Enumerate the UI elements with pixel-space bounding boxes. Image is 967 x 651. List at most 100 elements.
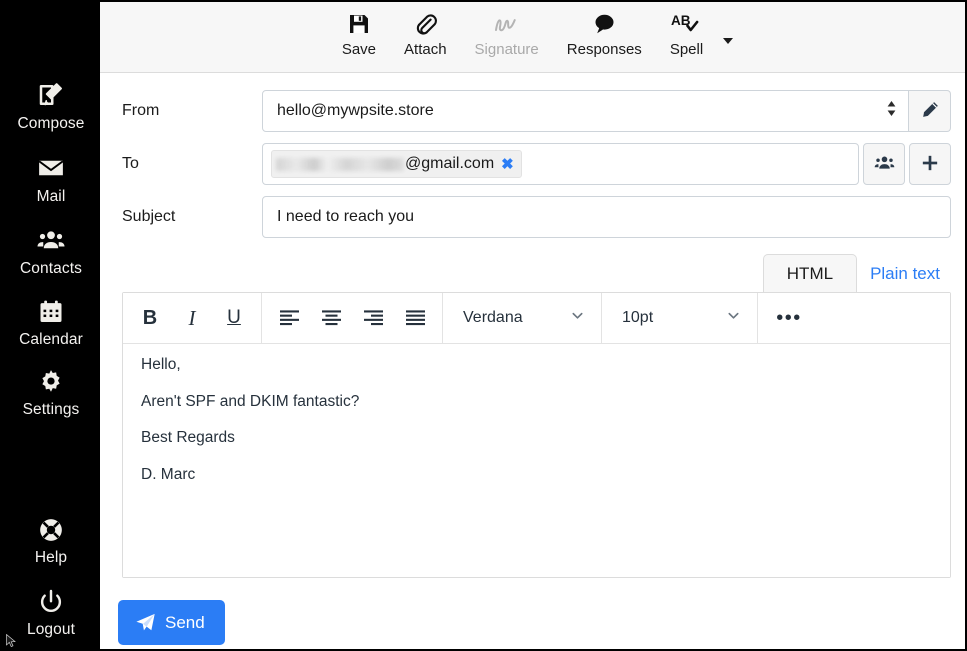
save-label: Save: [341, 41, 377, 58]
from-row: From: [122, 90, 951, 132]
pencil-icon: [920, 100, 940, 123]
sidebar-item-compose[interactable]: Compose: [2, 80, 100, 132]
align-right-icon: [363, 309, 384, 327]
body-line: Hello,: [141, 356, 181, 373]
people-icon: [874, 152, 895, 176]
font-family-group: Verdana: [443, 293, 602, 343]
alignment-group: [262, 293, 443, 343]
sidebar-item-mail[interactable]: Mail: [2, 153, 100, 205]
subject-control: [262, 196, 951, 238]
from-select-wrap: [262, 90, 909, 132]
sidebar-item-contacts[interactable]: Contacts: [2, 225, 100, 277]
from-control: [262, 90, 951, 132]
italic-button[interactable]: I: [171, 298, 213, 338]
align-justify-button[interactable]: [394, 298, 436, 338]
signature-label: Signature: [474, 41, 539, 58]
caret-down-icon: [723, 38, 734, 44]
more-options-button[interactable]: •••: [764, 298, 814, 338]
signature-scribble-icon: [493, 11, 521, 37]
signature-button[interactable]: Signature: [461, 2, 553, 57]
power-icon: [37, 588, 65, 616]
attach-label: Attach: [404, 41, 447, 58]
attach-button[interactable]: Attach: [390, 2, 461, 57]
subject-row: Subject: [122, 196, 951, 238]
font-size-value: 10pt: [622, 309, 654, 326]
send-row: Send: [100, 578, 965, 645]
settings-icon: [37, 368, 65, 396]
sidebar-item-label: Help: [34, 549, 68, 566]
redacted-recipient-name: [276, 157, 404, 171]
from-edit-button[interactable]: [909, 90, 951, 132]
message-body[interactable]: Hello, Aren't SPF and DKIM fantastic? Be…: [123, 344, 950, 577]
to-contacts-button[interactable]: [863, 143, 905, 185]
font-size-group: 10pt: [602, 293, 758, 343]
lifebuoy-icon: [37, 516, 65, 544]
bold-button[interactable]: B: [129, 298, 171, 338]
paper-plane-icon: [135, 612, 156, 633]
align-left-button[interactable]: [268, 298, 310, 338]
subject-input[interactable]: [262, 196, 951, 238]
sidebar-item-label: Contacts: [20, 260, 82, 277]
plus-icon: [920, 153, 940, 176]
toolbar-more-button[interactable]: [719, 32, 737, 50]
to-row: To @gmail.com ✖: [122, 143, 951, 185]
spell-button[interactable]: AB Spell: [656, 2, 717, 57]
body-line: Aren't SPF and DKIM fantastic?: [141, 392, 360, 410]
align-center-icon: [321, 309, 342, 327]
align-justify-icon: [405, 309, 426, 327]
responses-label: Responses: [566, 41, 642, 58]
underline-button[interactable]: U: [213, 298, 255, 338]
html-editor: B I U Verdana 10pt ••• Hello, Aren't SPF…: [122, 292, 951, 578]
sidebar-item-label: Settings: [22, 401, 80, 418]
align-left-icon: [279, 309, 300, 327]
chevron-down-icon: [726, 308, 741, 328]
tab-html[interactable]: HTML: [762, 254, 858, 292]
compose-toolbar: Save Attach Signature Responses AB Spell: [100, 2, 965, 73]
body-line: Best Regards: [141, 429, 235, 446]
sidebar-item-settings[interactable]: Settings: [2, 368, 100, 418]
align-center-button[interactable]: [310, 298, 352, 338]
chevron-down-icon: [570, 308, 585, 328]
compose-icon: [36, 80, 66, 110]
send-label: Send: [165, 613, 205, 632]
speech-bubble-icon: [592, 11, 617, 37]
sidebar-item-label: Logout: [26, 620, 75, 638]
main-area: Save Attach Signature Responses AB Spell…: [100, 2, 965, 649]
sidebar-item-calendar[interactable]: Calendar: [2, 298, 100, 348]
body-line: D. Marc: [141, 465, 196, 483]
mail-icon: [36, 153, 66, 183]
to-label: To: [122, 155, 139, 172]
recipient-chip-label: @gmail.com: [405, 155, 495, 172]
from-input[interactable]: [262, 90, 909, 132]
to-control: @gmail.com ✖: [262, 143, 951, 185]
from-label: From: [122, 102, 160, 119]
editor-format-tabs: HTML Plain text: [100, 249, 965, 292]
text-style-group: B I U: [123, 293, 262, 343]
save-button[interactable]: Save: [328, 2, 390, 57]
close-x-icon[interactable]: ✖: [501, 157, 514, 172]
to-input[interactable]: @gmail.com ✖: [262, 143, 859, 185]
font-family-value: Verdana: [463, 309, 523, 326]
calendar-icon: [37, 298, 65, 326]
font-size-select[interactable]: 10pt: [608, 298, 751, 338]
align-right-button[interactable]: [352, 298, 394, 338]
send-button[interactable]: Send: [118, 600, 225, 645]
more-tools-group: •••: [758, 293, 820, 343]
to-add-button[interactable]: [909, 143, 951, 185]
sidebar-item-help[interactable]: Help: [2, 516, 100, 566]
floppy-disk-icon: [347, 11, 371, 37]
roundcube-compose-window: Compose Mail Contacts Calendar Settings …: [0, 0, 967, 651]
spellcheck-ab-icon: AB: [671, 11, 701, 37]
recipient-chip[interactable]: @gmail.com ✖: [271, 150, 522, 178]
sidebar-item-label: Mail: [36, 187, 66, 205]
editor-toolbar: B I U Verdana 10pt •••: [123, 293, 950, 344]
spell-label: Spell: [669, 41, 704, 58]
font-family-select[interactable]: Verdana: [449, 298, 595, 338]
contacts-icon: [36, 225, 66, 255]
sidebar-item-label: Calendar: [19, 330, 83, 348]
sidebar-item-label: Compose: [17, 115, 85, 132]
subject-label: Subject: [122, 208, 176, 225]
responses-button[interactable]: Responses: [553, 2, 656, 57]
tab-plain-text[interactable]: Plain text: [857, 254, 951, 292]
sidebar-item-logout[interactable]: Logout: [2, 588, 100, 638]
